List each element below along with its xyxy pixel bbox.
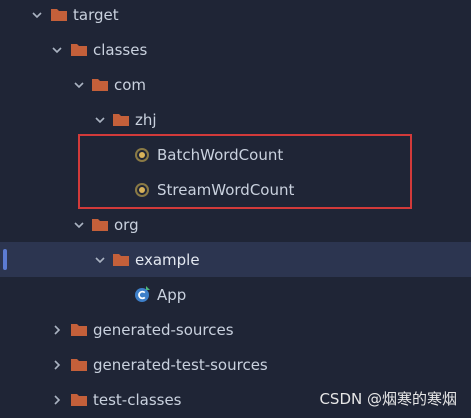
- folder-icon: [70, 322, 88, 338]
- tree-item-label: org: [114, 215, 139, 234]
- folder-icon: [50, 7, 68, 23]
- tree-item-app[interactable]: App: [0, 277, 471, 312]
- tree-item-zhj[interactable]: zhj: [0, 102, 471, 137]
- tree-item-label: generated-test-sources: [93, 355, 268, 374]
- chevron-down-icon[interactable]: [51, 44, 63, 56]
- chevron-down-icon[interactable]: [73, 79, 85, 91]
- folder-icon: [112, 252, 130, 268]
- tree-item-label: example: [135, 250, 200, 269]
- tree-item-label: test-classes: [93, 390, 182, 409]
- folder-icon: [91, 217, 109, 233]
- chevron-right-icon[interactable]: [51, 394, 63, 406]
- project-tree: target classes com zhj BatchWordCount St…: [0, 0, 471, 418]
- tree-item-label: classes: [93, 40, 148, 59]
- tree-item-label: target: [73, 5, 119, 24]
- folder-icon: [112, 112, 130, 128]
- tree-item-label: zhj: [135, 110, 157, 129]
- tree-item-classes[interactable]: classes: [0, 32, 471, 67]
- java-class-icon: [133, 286, 151, 303]
- tree-item-example[interactable]: example: [0, 242, 471, 277]
- folder-icon: [70, 42, 88, 58]
- highlight-box: [78, 134, 412, 209]
- chevron-right-icon[interactable]: [51, 359, 63, 371]
- chevron-down-icon[interactable]: [73, 219, 85, 231]
- folder-icon: [70, 392, 88, 408]
- tree-item-label: generated-sources: [93, 320, 234, 339]
- selection-indicator: [3, 249, 7, 270]
- tree-item-org[interactable]: org: [0, 207, 471, 242]
- tree-item-label: com: [114, 75, 147, 94]
- folder-icon: [70, 357, 88, 373]
- chevron-down-icon[interactable]: [94, 254, 106, 266]
- watermark: CSDN @烟寒的寒烟: [319, 390, 457, 408]
- tree-item-generated-sources[interactable]: generated-sources: [0, 312, 471, 347]
- tree-item-com[interactable]: com: [0, 67, 471, 102]
- chevron-down-icon[interactable]: [94, 114, 106, 126]
- chevron-down-icon[interactable]: [31, 9, 43, 21]
- chevron-right-icon[interactable]: [51, 324, 63, 336]
- folder-icon: [91, 77, 109, 93]
- tree-item-generated-test-sources[interactable]: generated-test-sources: [0, 347, 471, 382]
- tree-item-label: App: [157, 285, 187, 304]
- tree-item-target[interactable]: target: [0, 0, 471, 32]
